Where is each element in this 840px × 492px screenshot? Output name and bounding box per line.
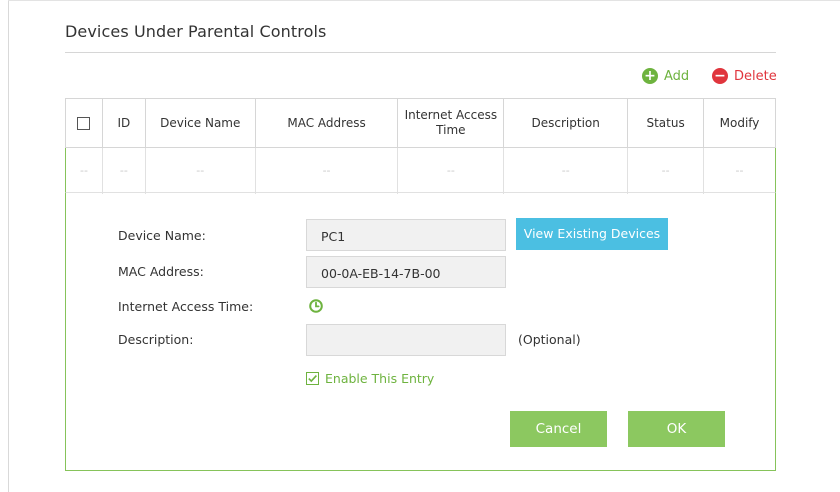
ok-button[interactable]: OK <box>628 411 725 447</box>
devices-table: ID Device Name MAC Address Internet Acce… <box>65 98 776 194</box>
column-header-description: Description <box>503 98 629 148</box>
table-row: -- -- -- -- -- -- -- -- <box>65 147 776 194</box>
delete-button-label: Delete <box>734 68 777 84</box>
column-header-mac-address: MAC Address <box>254 98 399 148</box>
delete-button[interactable]: − Delete <box>712 68 777 84</box>
table-cell-status: -- <box>627 147 705 194</box>
plus-circle-icon: + <box>642 68 658 84</box>
description-label: Description: <box>118 332 194 347</box>
clock-icon[interactable] <box>309 299 323 313</box>
cancel-button[interactable]: Cancel <box>510 411 607 447</box>
enable-entry-label: Enable This Entry <box>325 371 435 386</box>
view-existing-devices-button[interactable]: View Existing Devices <box>516 218 668 250</box>
table-cell-id: -- <box>101 147 146 194</box>
minus-circle-icon: − <box>712 68 728 84</box>
description-input[interactable] <box>306 324 506 356</box>
add-button[interactable]: + Add <box>642 68 689 84</box>
enable-entry-checkbox[interactable]: Enable This Entry <box>306 371 434 386</box>
select-all-header <box>65 98 103 148</box>
checkbox-checked-icon <box>306 372 319 385</box>
table-cell-device-name: -- <box>144 147 256 194</box>
mac-address-input[interactable]: 00-0A-EB-14-7B-00 <box>306 256 506 288</box>
table-cell-select: -- <box>65 147 103 194</box>
section-title: Devices Under Parental Controls <box>65 22 327 41</box>
device-name-label: Device Name: <box>118 228 206 243</box>
table-header-row: ID Device Name MAC Address Internet Acce… <box>65 98 776 148</box>
device-name-input[interactable]: PC1 <box>306 219 506 251</box>
mac-address-label: MAC Address: <box>118 264 204 279</box>
optional-hint: (Optional) <box>518 332 581 347</box>
add-button-label: Add <box>664 68 690 84</box>
internet-access-time-label: Internet Access Time: <box>118 299 254 314</box>
table-cell-modify: -- <box>703 147 776 194</box>
column-header-internet-access-time: Internet Access Time <box>397 98 505 148</box>
table-cell-description: -- <box>503 147 629 194</box>
table-cell-internet-access-time: -- <box>397 147 505 194</box>
page-frame-left-border <box>8 0 9 492</box>
select-all-checkbox[interactable] <box>77 116 91 130</box>
table-cell-mac-address: -- <box>254 147 399 194</box>
column-header-modify: Modify <box>703 98 776 148</box>
page-frame-top-border <box>8 0 840 1</box>
column-header-id: ID <box>101 98 146 148</box>
column-header-device-name: Device Name <box>144 98 256 148</box>
column-header-status: Status <box>627 98 705 148</box>
title-divider <box>65 52 776 53</box>
